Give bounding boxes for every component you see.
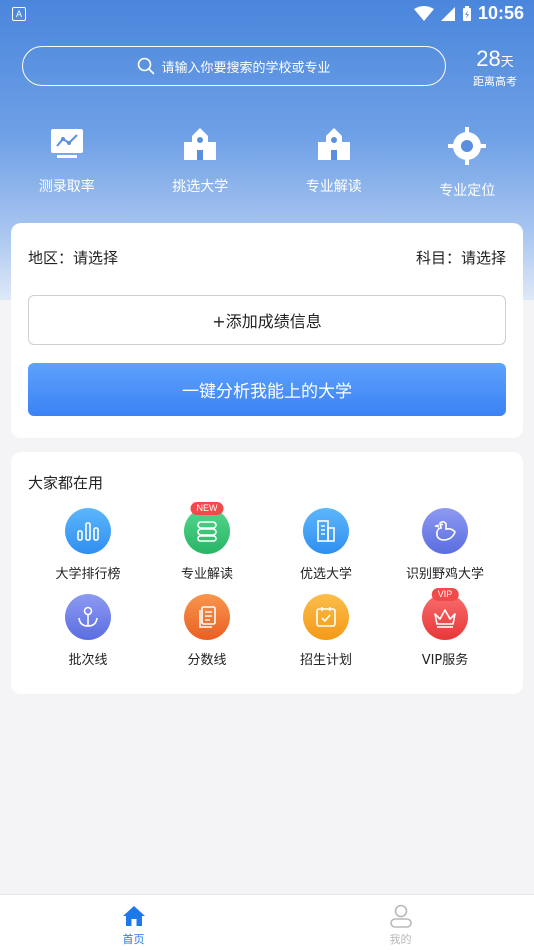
countdown-days: 28 bbox=[476, 46, 501, 71]
trend-chart-icon bbox=[50, 129, 83, 158]
tab-label: 首页 bbox=[122, 933, 145, 946]
tab-label: 我的 bbox=[389, 933, 412, 946]
tool-icon-circle bbox=[303, 594, 349, 640]
search-icon bbox=[138, 57, 155, 75]
book-icon bbox=[197, 521, 217, 542]
battery-icon bbox=[462, 5, 471, 21]
tool-enrollment-plan[interactable]: 招生计划 bbox=[271, 594, 381, 668]
home-icon bbox=[122, 906, 145, 926]
tab-mine[interactable]: 我的 bbox=[267, 895, 534, 950]
building-icon bbox=[317, 520, 335, 542]
tool-icon-circle: NEW bbox=[184, 502, 230, 554]
tool-batch-line[interactable]: 批次线 bbox=[33, 594, 143, 668]
region-selector[interactable]: 地区：请选择 bbox=[28, 247, 118, 268]
tool-label: 优选大学 bbox=[299, 567, 352, 582]
search-placeholder: 请输入你要搜索的学校或专业 bbox=[161, 60, 331, 76]
tool-label: VIP服务 bbox=[421, 653, 469, 668]
bar-chart-icon bbox=[77, 522, 99, 541]
tool-icon-circle bbox=[65, 594, 111, 640]
quick-choose-university[interactable]: 挑选大学 bbox=[134, 126, 268, 196]
location-target-icon bbox=[448, 127, 487, 165]
tool-label: 招生计划 bbox=[299, 653, 352, 668]
tool-icon-circle bbox=[184, 594, 230, 640]
tool-icon-circle bbox=[422, 508, 468, 554]
tool-icon-circle bbox=[65, 508, 111, 554]
tool-label: 专业解读 bbox=[180, 567, 233, 582]
tool-label: 分数线 bbox=[187, 653, 227, 668]
popular-tools-card: 大家都在用 大学排行榜 NEW 专业解读 优选大学 识别野鸡大学 批次线 分数线… bbox=[11, 452, 523, 694]
vip-badge: VIP bbox=[431, 588, 459, 601]
quick-major-interpretation[interactable]: 专业解读 bbox=[267, 126, 401, 196]
tool-label: 批次线 bbox=[68, 653, 108, 668]
person-icon bbox=[389, 904, 412, 928]
quick-label: 挑选大学 bbox=[172, 179, 229, 195]
notification-icon: A bbox=[12, 7, 26, 21]
signal-icon bbox=[440, 6, 455, 21]
tool-university-ranking[interactable]: 大学排行榜 bbox=[33, 508, 143, 582]
section-title: 大家都在用 bbox=[28, 474, 104, 492]
tool-icon-circle bbox=[303, 508, 349, 554]
status-bar: A 10:56 bbox=[0, 0, 534, 28]
tool-major-interpretation[interactable]: NEW 专业解读 bbox=[152, 502, 262, 582]
quick-label: 测录取率 bbox=[38, 179, 95, 195]
university-building-icon bbox=[184, 128, 217, 160]
countdown-unit: 天 bbox=[500, 55, 514, 70]
bottom-tab-bar: 首页 我的 bbox=[0, 894, 534, 950]
add-score-button[interactable]: +添加成绩信息 bbox=[28, 295, 506, 345]
anchor-icon bbox=[78, 606, 98, 627]
crown-icon bbox=[434, 609, 456, 628]
wifi-icon bbox=[413, 5, 434, 21]
tool-score-line[interactable]: 分数线 bbox=[152, 594, 262, 668]
tool-vip-service[interactable]: VIP VIP服务 bbox=[390, 588, 500, 668]
tab-home[interactable]: 首页 bbox=[0, 895, 267, 950]
tool-icon-circle: VIP bbox=[422, 588, 468, 640]
subject-selector[interactable]: 科目：请选择 bbox=[416, 247, 506, 268]
analyze-button[interactable]: 一键分析我能上的大学 bbox=[28, 363, 506, 416]
calendar-check-icon bbox=[316, 607, 336, 627]
search-input[interactable]: 请输入你要搜索的学校或专业 bbox=[22, 46, 446, 86]
quick-actions: 测录取率 挑选大学 专业解读 专业定位 bbox=[0, 126, 534, 199]
score-card: 地区：请选择 科目：请选择 +添加成绩信息 一键分析我能上的大学 bbox=[11, 223, 523, 438]
tool-label: 大学排行榜 bbox=[55, 567, 121, 582]
university-building-icon bbox=[317, 128, 350, 160]
new-badge: NEW bbox=[190, 502, 224, 515]
quick-admission-rate[interactable]: 测录取率 bbox=[0, 126, 134, 196]
bird-icon bbox=[434, 520, 456, 541]
countdown-label: 距离高考 bbox=[473, 75, 517, 88]
tool-preferred-university[interactable]: 优选大学 bbox=[271, 508, 381, 582]
quick-label: 专业解读 bbox=[305, 179, 362, 195]
tool-identify-fake-university[interactable]: 识别野鸡大学 bbox=[390, 508, 500, 582]
quick-label: 专业定位 bbox=[439, 183, 496, 199]
clock: 10:56 bbox=[477, 3, 524, 23]
exam-countdown: 28天 距离高考 bbox=[470, 46, 520, 89]
quick-major-positioning[interactable]: 专业定位 bbox=[401, 126, 534, 199]
document-icon bbox=[199, 606, 216, 628]
tool-label: 识别野鸡大学 bbox=[405, 567, 484, 582]
